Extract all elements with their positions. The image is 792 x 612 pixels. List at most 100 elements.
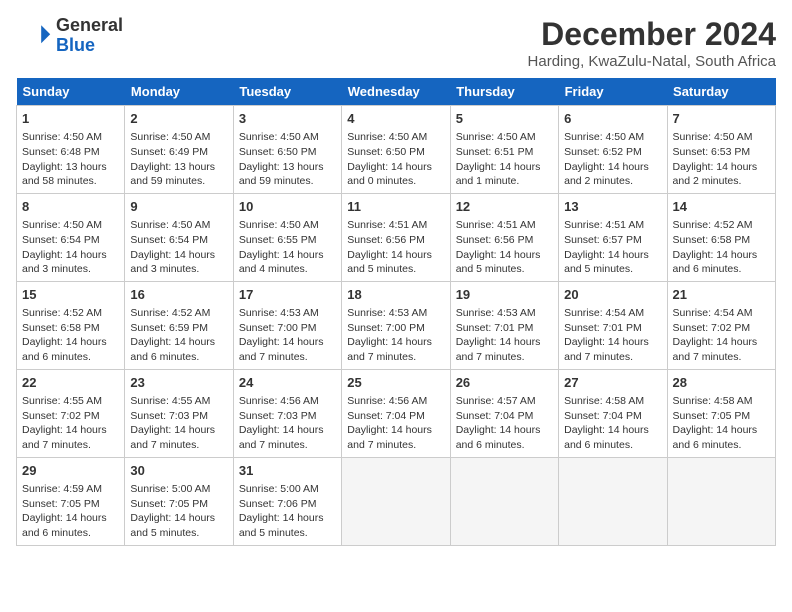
sunrise-text: Sunrise: 4:58 AM bbox=[564, 394, 661, 409]
day-number: 4 bbox=[347, 110, 444, 128]
daylight-text: Daylight: 14 hours and 5 minutes. bbox=[564, 248, 661, 277]
sunrise-text: Sunrise: 4:50 AM bbox=[673, 130, 770, 145]
day-number: 16 bbox=[130, 286, 227, 304]
calendar-cell: 1Sunrise: 4:50 AMSunset: 6:48 PMDaylight… bbox=[17, 106, 125, 194]
day-number: 10 bbox=[239, 198, 336, 216]
calendar-cell: 18Sunrise: 4:53 AMSunset: 7:00 PMDayligh… bbox=[342, 281, 450, 369]
calendar-cell: 10 Sunrise: 4:50 AMSunset: 6:55 PMDayligh… bbox=[233, 193, 341, 281]
sunset-text: Sunset: 6:48 PM bbox=[22, 145, 119, 160]
calendar-cell bbox=[559, 457, 667, 545]
sunset-text: Sunset: 7:01 PM bbox=[564, 321, 661, 336]
sunset-text: Sunset: 6:56 PM bbox=[456, 233, 553, 248]
sunrise-text: Sunrise: 4:57 AM bbox=[456, 394, 553, 409]
day-number: 31 bbox=[239, 462, 336, 480]
sunset-text: Sunset: 6:58 PM bbox=[673, 233, 770, 248]
calendar-table: SundayMondayTuesdayWednesdayThursdayFrid… bbox=[16, 78, 776, 546]
day-number: 14 bbox=[673, 198, 770, 216]
day-number: 13 bbox=[564, 198, 661, 216]
daylight-text: Daylight: 14 hours and 6 minutes. bbox=[456, 423, 553, 452]
page-header: General Blue December 2024 Harding, KwaZ… bbox=[16, 16, 776, 70]
sunrise-text: Sunrise: 4:50 AM bbox=[22, 218, 119, 233]
daylight-text: Daylight: 13 hours and 58 minutes. bbox=[22, 160, 119, 189]
sunset-text: Sunset: 7:03 PM bbox=[130, 409, 227, 424]
daylight-text: Daylight: 14 hours and 4 minutes. bbox=[239, 248, 336, 277]
daylight-text: Daylight: 14 hours and 7 minutes. bbox=[456, 335, 553, 364]
calendar-week-row: 22Sunrise: 4:55 AMSunset: 7:02 PMDayligh… bbox=[17, 369, 776, 457]
sunset-text: Sunset: 7:04 PM bbox=[456, 409, 553, 424]
sunrise-text: Sunrise: 4:51 AM bbox=[564, 218, 661, 233]
logo-text: General Blue bbox=[56, 16, 123, 56]
sunrise-text: Sunrise: 4:55 AM bbox=[22, 394, 119, 409]
sunset-text: Sunset: 7:05 PM bbox=[673, 409, 770, 424]
calendar-cell: 11Sunrise: 4:51 AMSunset: 6:56 PMDayligh… bbox=[342, 193, 450, 281]
sunrise-text: Sunrise: 4:50 AM bbox=[239, 218, 336, 233]
sunset-text: Sunset: 7:04 PM bbox=[564, 409, 661, 424]
sunset-text: Sunset: 6:56 PM bbox=[347, 233, 444, 248]
day-number: 18 bbox=[347, 286, 444, 304]
calendar-cell: 19Sunrise: 4:53 AMSunset: 7:01 PMDayligh… bbox=[450, 281, 558, 369]
day-number: 15 bbox=[22, 286, 119, 304]
daylight-text: Daylight: 14 hours and 6 minutes. bbox=[22, 335, 119, 364]
daylight-text: Daylight: 14 hours and 5 minutes. bbox=[456, 248, 553, 277]
day-number: 6 bbox=[564, 110, 661, 128]
daylight-text: Daylight: 14 hours and 6 minutes. bbox=[673, 423, 770, 452]
sunrise-text: Sunrise: 4:55 AM bbox=[130, 394, 227, 409]
sunset-text: Sunset: 6:55 PM bbox=[239, 233, 336, 248]
sunset-text: Sunset: 6:51 PM bbox=[456, 145, 553, 160]
month-title: December 2024 bbox=[528, 16, 776, 53]
daylight-text: Daylight: 14 hours and 1 minute. bbox=[456, 160, 553, 189]
daylight-text: Daylight: 14 hours and 7 minutes. bbox=[347, 423, 444, 452]
sunset-text: Sunset: 7:05 PM bbox=[22, 497, 119, 512]
calendar-week-row: 29Sunrise: 4:59 AMSunset: 7:05 PMDayligh… bbox=[17, 457, 776, 545]
daylight-text: Daylight: 14 hours and 7 minutes. bbox=[239, 423, 336, 452]
daylight-text: Daylight: 14 hours and 6 minutes. bbox=[130, 335, 227, 364]
sunset-text: Sunset: 6:50 PM bbox=[347, 145, 444, 160]
calendar-cell: 15Sunrise: 4:52 AMSunset: 6:58 PMDayligh… bbox=[17, 281, 125, 369]
sunrise-text: Sunrise: 4:54 AM bbox=[564, 306, 661, 321]
calendar-cell: 5Sunrise: 4:50 AMSunset: 6:51 PMDaylight… bbox=[450, 106, 558, 194]
sunset-text: Sunset: 6:50 PM bbox=[239, 145, 336, 160]
calendar-cell bbox=[450, 457, 558, 545]
day-number: 7 bbox=[673, 110, 770, 128]
calendar-cell: 20Sunrise: 4:54 AMSunset: 7:01 PMDayligh… bbox=[559, 281, 667, 369]
calendar-cell: 21 Sunrise: 4:54 AMSunset: 7:02 PMDayligh… bbox=[667, 281, 775, 369]
day-number: 3 bbox=[239, 110, 336, 128]
calendar-cell: 26 Sunrise: 4:57 AMSunset: 7:04 PMDayligh… bbox=[450, 369, 558, 457]
sunrise-text: Sunrise: 4:58 AM bbox=[673, 394, 770, 409]
daylight-text: Daylight: 14 hours and 2 minutes. bbox=[564, 160, 661, 189]
calendar-cell: 25Sunrise: 4:56 AMSunset: 7:04 PMDayligh… bbox=[342, 369, 450, 457]
calendar-cell: 30Sunrise: 5:00 AMSunset: 7:05 PMDayligh… bbox=[125, 457, 233, 545]
sunrise-text: Sunrise: 4:54 AM bbox=[673, 306, 770, 321]
day-number: 21 bbox=[673, 286, 770, 304]
day-number: 26 bbox=[456, 374, 553, 392]
sunset-text: Sunset: 6:54 PM bbox=[130, 233, 227, 248]
sunset-text: Sunset: 7:05 PM bbox=[130, 497, 227, 512]
daylight-text: Daylight: 14 hours and 7 minutes. bbox=[239, 335, 336, 364]
calendar-cell: 27Sunrise: 4:58 AMSunset: 7:04 PMDayligh… bbox=[559, 369, 667, 457]
sunset-text: Sunset: 6:58 PM bbox=[22, 321, 119, 336]
sunrise-text: Sunrise: 4:59 AM bbox=[22, 482, 119, 497]
sunrise-text: Sunrise: 4:52 AM bbox=[673, 218, 770, 233]
day-number: 19 bbox=[456, 286, 553, 304]
calendar-day-header: Sunday bbox=[17, 78, 125, 106]
calendar-day-header: Wednesday bbox=[342, 78, 450, 106]
sunset-text: Sunset: 7:00 PM bbox=[239, 321, 336, 336]
calendar-cell: 8Sunrise: 4:50 AMSunset: 6:54 PMDaylight… bbox=[17, 193, 125, 281]
calendar-cell: 17Sunrise: 4:53 AMSunset: 7:00 PMDayligh… bbox=[233, 281, 341, 369]
daylight-text: Daylight: 14 hours and 7 minutes. bbox=[673, 335, 770, 364]
day-number: 11 bbox=[347, 198, 444, 216]
sunset-text: Sunset: 7:02 PM bbox=[673, 321, 770, 336]
calendar-week-row: 8Sunrise: 4:50 AMSunset: 6:54 PMDaylight… bbox=[17, 193, 776, 281]
day-number: 23 bbox=[130, 374, 227, 392]
sunrise-text: Sunrise: 5:00 AM bbox=[130, 482, 227, 497]
daylight-text: Daylight: 14 hours and 7 minutes. bbox=[130, 423, 227, 452]
calendar-cell: 23 Sunrise: 4:55 AMSunset: 7:03 PMDayligh… bbox=[125, 369, 233, 457]
daylight-text: Daylight: 14 hours and 0 minutes. bbox=[347, 160, 444, 189]
daylight-text: Daylight: 14 hours and 5 minutes. bbox=[239, 511, 336, 540]
calendar-cell: 28Sunrise: 4:58 AMSunset: 7:05 PMDayligh… bbox=[667, 369, 775, 457]
calendar-day-header: Friday bbox=[559, 78, 667, 106]
sunrise-text: Sunrise: 4:56 AM bbox=[347, 394, 444, 409]
sunset-text: Sunset: 7:06 PM bbox=[239, 497, 336, 512]
daylight-text: Daylight: 14 hours and 6 minutes. bbox=[673, 248, 770, 277]
calendar-cell: 3Sunrise: 4:50 AMSunset: 6:50 PMDaylight… bbox=[233, 106, 341, 194]
